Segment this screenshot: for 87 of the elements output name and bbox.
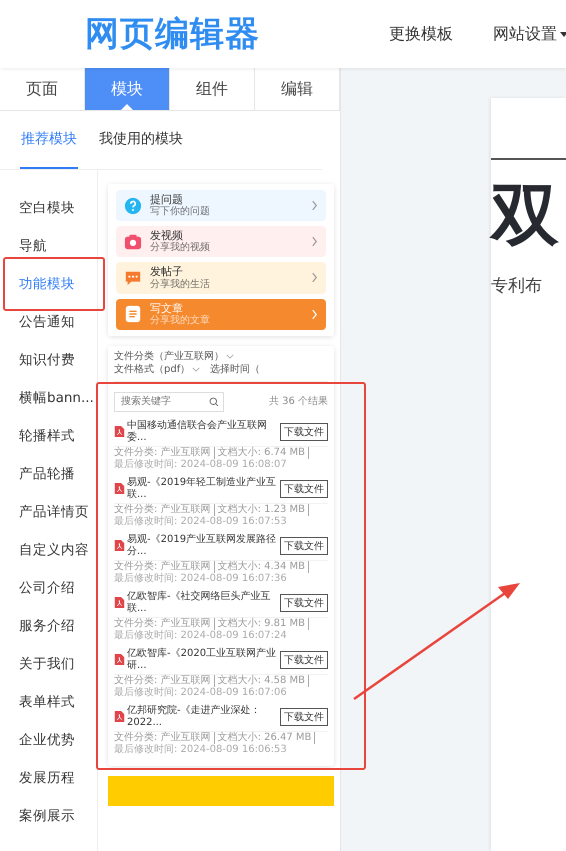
category-item[interactable]: 发展历程 xyxy=(0,769,75,787)
headline: 双 xyxy=(491,182,560,250)
download-button[interactable]: 下载文件 xyxy=(280,422,328,441)
category-item[interactable]: 产品轮播 xyxy=(0,465,75,483)
pdf-icon xyxy=(114,539,125,552)
file-size: 文档大小: 26.47 MB xyxy=(218,732,316,744)
category-item[interactable]: 横幅bann... xyxy=(0,389,94,407)
file-category: 文件分类: 产业互联网 xyxy=(114,560,215,573)
pdf-icon xyxy=(114,425,125,438)
file-size: 文档大小: 4.34 MB xyxy=(218,560,310,573)
category-item[interactable]: 自定义内容 xyxy=(0,541,89,559)
file-title[interactable]: 亿欧智库-《2020工业互联网产业研... xyxy=(127,648,278,672)
chevron-right-icon xyxy=(311,272,318,284)
action-title: 写文章 xyxy=(150,302,184,315)
category-item[interactable]: 轮播样式 xyxy=(0,427,75,445)
subtab[interactable]: 我使用的模块 xyxy=(98,111,184,169)
logo: 网页编辑器 xyxy=(85,13,260,56)
category-item[interactable]: 公告通知 xyxy=(0,313,75,331)
category-item[interactable]: 导航 xyxy=(0,237,47,255)
search-field[interactable]: 搜索关键字 xyxy=(114,392,224,412)
camera-icon xyxy=(124,232,142,251)
file-title[interactable]: 中国移动通信联合会产业互联网委... xyxy=(127,420,278,444)
category-item[interactable]: 表单样式 xyxy=(0,693,75,711)
question-icon xyxy=(124,196,142,215)
action-title: 发帖子 xyxy=(150,265,184,278)
download-button[interactable]: 下载文件 xyxy=(280,708,328,726)
filter-dropdown[interactable]: 文件格式（pdf） xyxy=(114,364,190,376)
action-title: 提问题 xyxy=(150,193,184,206)
download-button[interactable]: 下载文件 xyxy=(280,480,328,498)
pdf-icon xyxy=(114,710,125,724)
file-category: 文件分类: 产业互联网 xyxy=(114,732,215,744)
module-preview-card[interactable]: 提问题 写下你的问题 发视频 分享我的视频 发帖子 分享我的生活 写文章 分享我的文章 xyxy=(108,184,334,336)
file-title[interactable]: 易观-《2019产业互联网发展路径分... xyxy=(127,534,278,558)
document-icon xyxy=(124,305,142,324)
pdf-icon xyxy=(114,596,125,610)
category-item[interactable]: 服务介绍 xyxy=(0,617,75,635)
filter-dropdown[interactable]: 文件分类（产业互联网） xyxy=(114,350,224,363)
download-button[interactable]: 下载文件 xyxy=(280,594,328,612)
nav-link[interactable]: 网站设置 xyxy=(493,24,566,44)
file-modified: 最后修改时间: 2024-08-09 16:07:36 xyxy=(114,572,288,585)
action-row[interactable]: 提问题 写下你的问题 xyxy=(116,190,326,222)
file-modified: 最后修改时间: 2024-08-09 16:07:06 xyxy=(114,686,288,699)
download-button[interactable]: 下载文件 xyxy=(280,536,328,555)
category-item[interactable]: 产品详情页 xyxy=(0,503,89,521)
category-item[interactable]: 关于我们 xyxy=(0,655,75,673)
action-row[interactable]: 发帖子 分享我的生活 xyxy=(116,262,326,294)
chevron-right-icon xyxy=(311,236,318,248)
file-modified: 最后修改时间: 2024-08-09 16:07:53 xyxy=(114,516,288,528)
file-category: 文件分类: 产业互联网 xyxy=(114,674,215,687)
nav-link[interactable]: 更换模板 xyxy=(389,24,453,44)
category-item[interactable]: 知识付费 xyxy=(0,351,75,369)
file-size: 文档大小: 9.81 MB xyxy=(218,618,310,630)
action-subtitle: 写下你的问题 xyxy=(150,206,211,218)
action-subtitle: 分享我的视频 xyxy=(150,242,211,254)
category-item[interactable]: 案例展示 xyxy=(0,807,75,825)
category-item[interactable]: 公司介绍 xyxy=(0,579,75,597)
search-icon xyxy=(209,396,219,407)
pdf-icon xyxy=(114,653,125,666)
category-item[interactable]: 功能模块 xyxy=(0,275,75,293)
file-modified: 最后修改时间: 2024-08-09 16:07:24 xyxy=(114,630,288,642)
category-item[interactable]: 空白模块 xyxy=(0,199,75,217)
chat-icon xyxy=(124,268,142,287)
file-title[interactable]: 易观-《2019年轻工制造业产业互联... xyxy=(127,476,278,501)
file-size: 文档大小: 6.74 MB xyxy=(218,446,310,459)
subtab[interactable]: 推荐模块 xyxy=(20,111,78,169)
chevron-right-icon xyxy=(311,308,318,320)
pdf-icon xyxy=(114,482,125,496)
file-title[interactable]: 亿邦研究院-《走进产业深处：2022... xyxy=(127,704,278,729)
file-category: 文件分类: 产业互联网 xyxy=(114,504,215,516)
filter-dropdown[interactable]: 选择时间（ xyxy=(210,364,260,376)
category-item[interactable]: 企业优势 xyxy=(0,731,75,749)
download-button[interactable]: 下载文件 xyxy=(280,650,328,669)
page-text: 专利布 xyxy=(491,275,543,297)
action-subtitle: 分享我的生活 xyxy=(150,278,211,291)
action-row[interactable]: 发视频 分享我的视频 xyxy=(116,226,326,258)
chevron-right-icon xyxy=(311,200,318,212)
file-category: 文件分类: 产业互联网 xyxy=(114,618,215,630)
action-subtitle: 分享我的文章 xyxy=(150,314,211,327)
module-preview-card[interactable] xyxy=(108,346,334,766)
file-title[interactable]: 亿欧智库-《社交网络巨头产业互联... xyxy=(127,590,278,615)
file-modified: 最后修改时间: 2024-08-09 16:08:07 xyxy=(114,458,288,471)
file-size: 文档大小: 4.58 MB xyxy=(218,674,310,687)
file-modified: 最后修改时间: 2024-08-09 16:06:53 xyxy=(114,744,288,756)
result-count: 共 36 个结果 xyxy=(268,396,328,408)
file-size: 文档大小: 1.23 MB xyxy=(218,504,310,516)
file-category: 文件分类: 产业互联网 xyxy=(114,446,215,459)
action-title: 发视频 xyxy=(150,229,183,242)
